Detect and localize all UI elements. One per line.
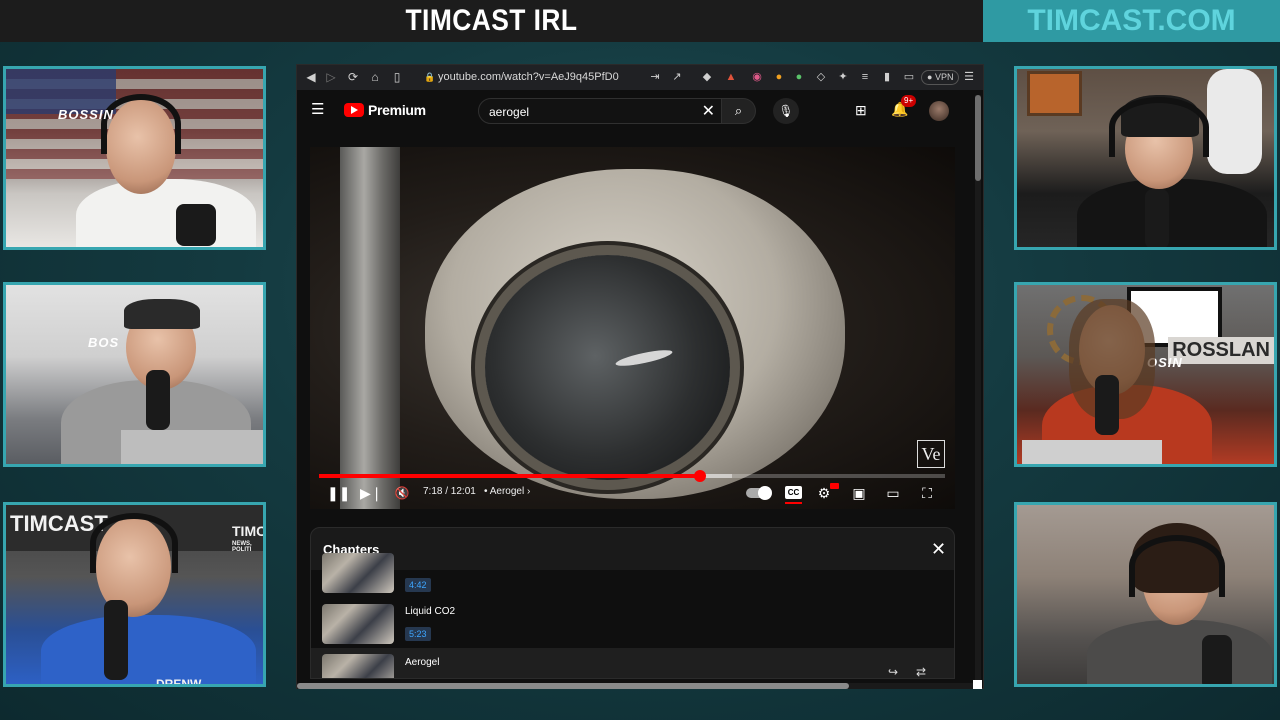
scroll-corner bbox=[973, 680, 982, 689]
youtube-logo-icon[interactable] bbox=[344, 103, 364, 117]
rewards-icon[interactable]: ▲ bbox=[723, 69, 739, 85]
current-chapter[interactable]: • Aerogel › bbox=[484, 486, 530, 497]
chapter-timestamp[interactable]: 5:23 bbox=[405, 627, 431, 641]
arrow-right-icon[interactable]: ▷ bbox=[323, 69, 339, 85]
studio-sign-right: TIMC bbox=[232, 523, 266, 539]
wallet-icon[interactable]: ▭ bbox=[901, 69, 917, 85]
menu-icon[interactable]: ☰ bbox=[311, 102, 327, 118]
extension-icon-3[interactable]: ● bbox=[791, 69, 807, 85]
search-box[interactable]: ✕ bbox=[478, 98, 722, 124]
chapter-name: Liquid CO2 bbox=[405, 606, 456, 617]
horizontal-scrollbar[interactable] bbox=[297, 683, 975, 689]
chapter-timestamp[interactable]: 4:42 bbox=[405, 578, 431, 592]
close-icon[interactable]: ✕ bbox=[702, 101, 715, 121]
channel-watermark[interactable]: Ve bbox=[917, 440, 945, 468]
mic-icon[interactable]: 🎙 bbox=[773, 98, 799, 124]
chair-logo: BOSSIN bbox=[58, 107, 114, 122]
site-banner: TIMCAST.COM bbox=[983, 0, 1280, 42]
browser-window: ◀ ▷ ⟳ ⌂ ▯ 🔒 youtube.com/watch?v=AeJ9q45P… bbox=[296, 64, 984, 689]
studio-sign-sub: NEWS, POLITI bbox=[232, 541, 252, 553]
extension-icon[interactable]: ◉ bbox=[749, 69, 765, 85]
webcam-tile-host-2: BOS bbox=[3, 282, 266, 467]
extension-icon-2[interactable]: ● bbox=[771, 69, 787, 85]
skip-next-icon[interactable]: ▶❘ bbox=[360, 484, 383, 502]
chapter-name: Aerogel bbox=[405, 657, 440, 668]
pause-icon[interactable]: ❚❚ bbox=[327, 484, 350, 502]
install-app-icon[interactable]: ⇥ bbox=[647, 69, 663, 85]
youtube-header: ☰ Premium ✕ ⌕ 🎙 ⊞ 🔔 9+ bbox=[297, 90, 983, 132]
volume-muted-icon[interactable]: 🔇 bbox=[394, 484, 410, 502]
arrow-left-icon[interactable]: ◀ bbox=[303, 69, 319, 85]
address-bar[interactable]: 🔒 youtube.com/watch?v=AeJ9q45PfD0 bbox=[420, 68, 630, 87]
theater-mode-icon[interactable]: ▭ bbox=[884, 484, 902, 502]
scrollbar-thumb[interactable] bbox=[975, 95, 981, 181]
webcam-tile-host-6 bbox=[1014, 502, 1277, 687]
horizontal-scrollbar-thumb[interactable] bbox=[297, 683, 849, 689]
show-title: TIMCAST IRL bbox=[405, 4, 578, 37]
fullscreen-icon[interactable]: ⛶ bbox=[918, 484, 936, 502]
subtitles-button[interactable]: CC bbox=[785, 486, 802, 499]
chapters-list: 4:42 Liquid CO2 5:23 Aerogel ↪ ⇄ bbox=[311, 553, 954, 678]
shield-icon[interactable]: ◆ bbox=[699, 69, 715, 85]
miniplayer-icon[interactable]: ▣ bbox=[850, 484, 868, 502]
loop-icon[interactable]: ⇄ bbox=[916, 665, 926, 678]
autoplay-toggle[interactable] bbox=[746, 486, 772, 500]
video-player[interactable]: Ve ❚❚ ▶❘ 🔇 7:18 / 12:01 • Aerogel › CC ⚙… bbox=[310, 147, 955, 509]
share-icon[interactable]: ↪ bbox=[888, 665, 898, 678]
scrubber-handle[interactable] bbox=[693, 470, 706, 482]
chapter-item[interactable]: Liquid CO2 5:23 bbox=[311, 598, 954, 648]
extension-icon-4[interactable]: ◇ bbox=[813, 69, 829, 85]
webcam-tile-host-1: BOSSIN bbox=[3, 66, 266, 250]
bookmark-icon[interactable]: ▯ bbox=[389, 69, 405, 85]
chair-logo: BOS bbox=[88, 335, 120, 350]
video-frame: Ve bbox=[310, 147, 955, 509]
webcam-tile-host-3: TIMCAST TIMC NEWS, POLITI DRENW bbox=[3, 502, 266, 687]
page-scrollbar[interactable] bbox=[975, 95, 981, 680]
browser-toolbar: ◀ ▷ ⟳ ⌂ ▯ 🔒 youtube.com/watch?v=AeJ9q45P… bbox=[297, 65, 983, 90]
chapter-item-active[interactable]: Aerogel ↪ ⇄ bbox=[311, 648, 954, 678]
subtitles-active-indicator bbox=[785, 502, 802, 504]
puzzle-icon[interactable]: ✦ bbox=[835, 69, 851, 85]
chapter-thumbnail bbox=[322, 604, 394, 644]
wall-sign: ROSSLAN bbox=[1168, 337, 1274, 364]
chapter-thumbnail bbox=[322, 553, 394, 593]
search-input[interactable] bbox=[489, 103, 689, 121]
webcam-tile-host-4 bbox=[1014, 66, 1277, 250]
share-page-icon[interactable]: ↗ bbox=[669, 69, 685, 85]
chapters-panel: Chapters ✕ 4:42 Liquid CO2 5:23 Aerogel … bbox=[310, 527, 955, 679]
menu-icon[interactable]: ☰ bbox=[961, 69, 977, 85]
youtube-brand[interactable]: Premium bbox=[368, 102, 426, 118]
search-icon[interactable]: ⌕ bbox=[722, 98, 756, 124]
notification-badge: 9+ bbox=[901, 95, 917, 107]
webcam-tile-host-5: ROSSLAN OSIN bbox=[1014, 282, 1277, 467]
lock-icon: 🔒 bbox=[424, 72, 436, 82]
address-bar-url: youtube.com/watch?v=AeJ9q45PfD0 bbox=[438, 71, 619, 83]
vpn-button[interactable]: ● VPN bbox=[921, 70, 960, 85]
show-title-bar: TIMCAST IRL bbox=[0, 0, 983, 42]
chapter-thumbnail bbox=[322, 654, 394, 678]
hd-badge bbox=[830, 483, 839, 489]
chapter-item[interactable]: 4:42 bbox=[311, 548, 954, 598]
create-video-icon[interactable]: ⊞ bbox=[855, 102, 867, 119]
avatar[interactable] bbox=[929, 101, 949, 121]
sidebar-icon[interactable]: ▮ bbox=[879, 69, 895, 85]
progress-bar[interactable] bbox=[319, 470, 945, 482]
playlist-icon[interactable]: ≡ bbox=[857, 69, 873, 85]
shirt-print: DRENW bbox=[156, 677, 202, 687]
home-icon[interactable]: ⌂ bbox=[367, 69, 383, 85]
time-display: 7:18 / 12:01 bbox=[423, 486, 476, 497]
progress-played bbox=[319, 474, 700, 478]
reload-icon[interactable]: ⟳ bbox=[345, 69, 361, 85]
